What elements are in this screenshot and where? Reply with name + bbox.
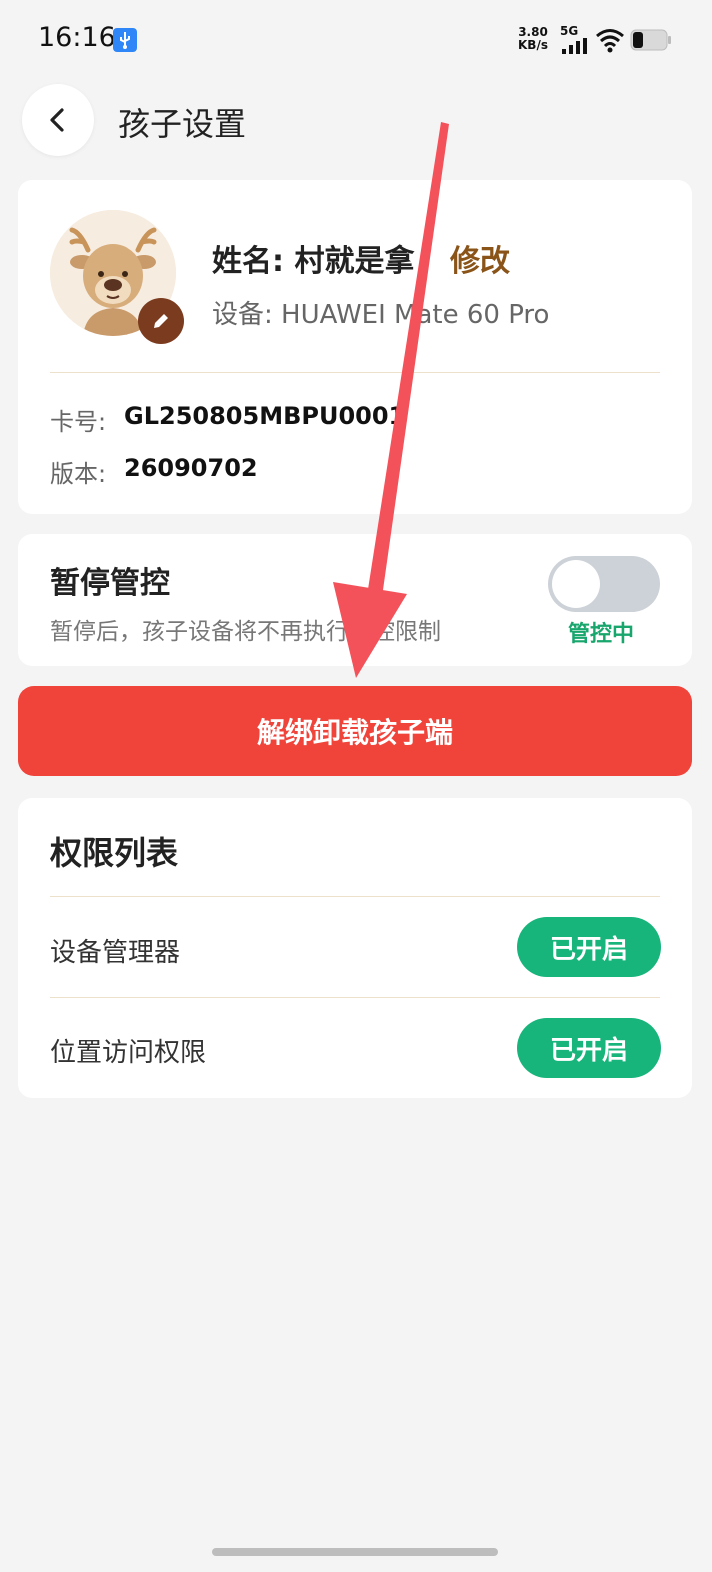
permissions-card: 权限列表 设备管理器 已开启 位置访问权限 已开启 [18, 798, 692, 1098]
back-button[interactable] [22, 84, 94, 156]
permission-label-device-admin: 设备管理器 [50, 938, 181, 968]
pencil-icon [154, 314, 168, 328]
pause-control-toggle[interactable] [548, 556, 660, 612]
edit-avatar-button[interactable] [138, 298, 184, 344]
battery-level [633, 32, 643, 48]
chevron-left-icon [50, 108, 64, 132]
usb-icon [113, 28, 137, 52]
card-number-label: 卡号: [50, 408, 107, 436]
unbind-uninstall-button[interactable]: 解绑卸载孩子端 [18, 686, 692, 776]
pause-control-title: 暂停管控 [50, 566, 170, 601]
toggle-knob [552, 560, 600, 608]
edit-name-link[interactable]: 修改 [450, 236, 510, 280]
signal-icon [562, 38, 588, 54]
pause-control-description: 暂停后，孩子设备将不再执行管控限制 [50, 619, 441, 645]
status-time: 16:16 [38, 22, 116, 53]
profile-card: 姓名: 村就是拿 修改 设备: HUAWEI Mate 60 Pro 卡号: G… [18, 180, 692, 514]
divider [50, 372, 660, 373]
version-value: 26090702 [124, 454, 258, 482]
network-type: 5G [560, 24, 579, 38]
permission-label-location: 位置访问权限 [50, 1038, 207, 1068]
network-speed-unit: KB/s [518, 38, 548, 52]
version-label: 版本: [50, 460, 107, 488]
home-indicator[interactable] [212, 1548, 498, 1556]
card-number-value: GL250805MBPU0001 [124, 402, 406, 430]
network-speed: 3.80 KB/s [518, 26, 548, 52]
device-name: 设备: HUAWEI Mate 60 Pro [212, 300, 550, 330]
permissions-title: 权限列表 [50, 834, 179, 872]
permission-status-device-admin[interactable]: 已开启 [517, 917, 661, 977]
wifi-icon [595, 27, 625, 53]
child-name: 姓名: 村就是拿 [212, 244, 415, 279]
control-status: 管控中 [568, 622, 635, 647]
permission-status-location[interactable]: 已开启 [517, 1018, 661, 1078]
divider [50, 896, 660, 897]
page-title: 孩子设置 [118, 105, 247, 143]
divider [50, 997, 660, 998]
battery-icon [630, 29, 672, 51]
pause-control-card: 暂停管控 暂停后，孩子设备将不再执行管控限制 管控中 [18, 534, 692, 666]
